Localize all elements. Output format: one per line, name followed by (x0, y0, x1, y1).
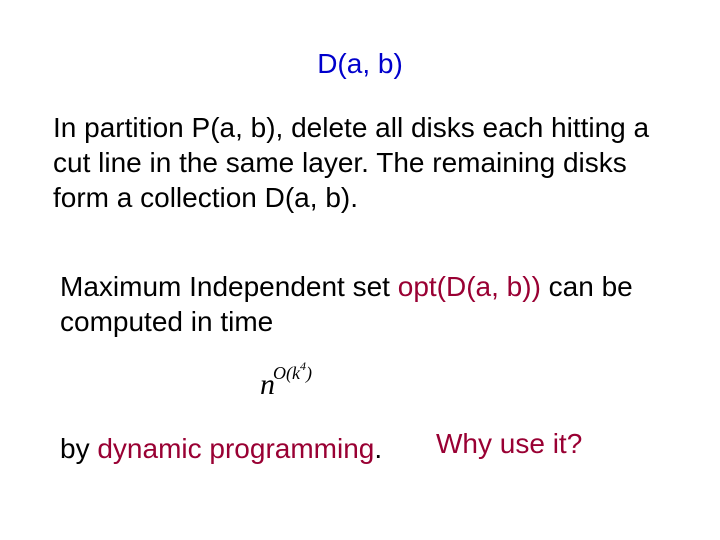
paragraph-dynamic-programming: by dynamic programming. (60, 431, 410, 466)
text-opt-colored: opt(D(a, b)) (398, 271, 541, 302)
paragraph-max-independent: Maximum Independent set opt(D(a, b)) can… (60, 269, 680, 339)
formula-exp-suffix: ) (306, 363, 312, 383)
text-dp-colored: dynamic programming (97, 433, 374, 464)
slide-title: D(a, b) (0, 48, 720, 80)
formula-exponent: O(k4) (273, 363, 312, 383)
text-by: by (60, 433, 97, 464)
slide: D(a, b) In partition P(a, b), delete all… (0, 0, 720, 540)
text-period: . (374, 433, 382, 464)
question-why-use-it: Why use it? (436, 428, 582, 460)
text-prefix: Maximum Independent set (60, 271, 398, 302)
formula-exp-prefix: O(k (273, 363, 300, 383)
formula-exp-super: 4 (300, 359, 306, 373)
paragraph-partition: In partition P(a, b), delete all disks e… (53, 110, 673, 215)
formula-complexity: nO(k4) (260, 365, 314, 402)
